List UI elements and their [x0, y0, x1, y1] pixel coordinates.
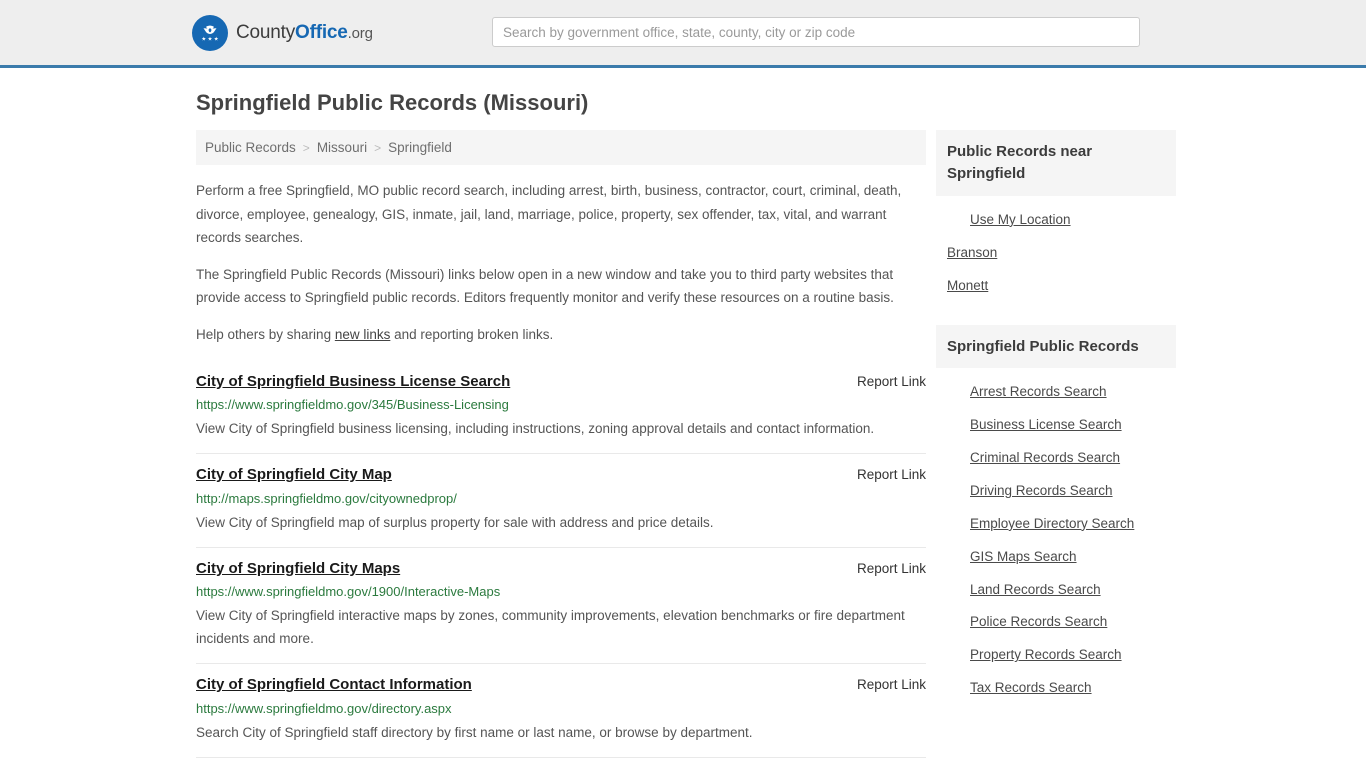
sidebar-records-link[interactable]: GIS Maps Search — [936, 541, 1077, 574]
brand-part-county: County — [236, 21, 296, 43]
search-input[interactable] — [492, 17, 1140, 47]
result-row: City of Springfield Contact Information R… — [196, 664, 926, 758]
sidebar-records-item: Police Records Search — [936, 606, 1176, 639]
sidebar-records-item: Driving Records Search — [936, 475, 1176, 508]
brand-wordmark: CountyOffice.org — [236, 22, 373, 44]
breadcrumb-item-springfield: Springfield — [388, 140, 452, 156]
sidebar-records-item: Business License Search — [936, 409, 1176, 442]
sidebar-records-link[interactable]: Property Records Search — [936, 639, 1122, 672]
result-header: City of Springfield Business License Sea… — [196, 371, 926, 394]
sidebar-records-heading: Springfield Public Records — [936, 324, 1176, 369]
sidebar-nearby-heading: Public Records near Springfield — [936, 130, 1176, 196]
report-link-button[interactable]: Report Link — [857, 467, 926, 482]
result-header: City of Springfield City Maps Report Link — [196, 558, 926, 581]
intro-paragraph-1: Perform a free Springfield, MO public re… — [196, 183, 902, 245]
sidebar: Public Records near Springfield Use My L… — [936, 130, 1176, 727]
sidebar-nearby-item: Branson — [936, 237, 1176, 270]
breadcrumb-item-public-records[interactable]: Public Records — [205, 140, 296, 155]
report-link-button[interactable]: Report Link — [857, 561, 926, 576]
result-url-link[interactable]: https://www.springfieldmo.gov/345/Busine… — [196, 395, 926, 416]
sidebar-nearby-box: Public Records near Springfield Use My L… — [936, 130, 1176, 302]
result-url-link[interactable]: http://maps.springfieldmo.gov/cityownedp… — [196, 489, 926, 510]
site-logo-link[interactable]: CountyOffice.org — [192, 14, 373, 51]
result-description: Search City of Springfield staff directo… — [196, 724, 753, 740]
site-header: CountyOffice.org — [0, 0, 1366, 68]
report-link-button[interactable]: Report Link — [857, 677, 926, 692]
sidebar-records-item: Land Records Search — [936, 574, 1176, 607]
sidebar-records-link[interactable]: Police Records Search — [936, 606, 1107, 639]
new-links-link[interactable]: new links — [335, 327, 391, 342]
result-title-link[interactable]: City of Springfield City Map — [196, 464, 392, 487]
page-title: Springfield Public Records (Missouri) — [196, 90, 589, 115]
eagle-stars-icon — [192, 14, 228, 51]
breadcrumb-separator-icon: > — [302, 140, 310, 155]
sidebar-records-link[interactable]: Criminal Records Search — [936, 442, 1120, 475]
results-list: City of Springfield Business License Sea… — [196, 361, 926, 758]
sidebar-nearby-item: Use My Location — [936, 204, 1176, 237]
result-description: View City of Springfield map of surplus … — [196, 514, 714, 530]
sidebar-records-link[interactable]: Driving Records Search — [936, 475, 1113, 508]
result-title-link[interactable]: City of Springfield Contact Information — [196, 674, 472, 697]
intro-paragraph-3: Help others by sharing new links and rep… — [196, 323, 926, 346]
sidebar-nearby-link[interactable]: Monett — [936, 270, 988, 303]
main-column: Public Records > Missouri > Springfield … — [196, 130, 926, 758]
sidebar-nearby-list: Use My Location Branson Monett — [936, 196, 1176, 303]
result-title-link[interactable]: City of Springfield Business License Sea… — [196, 371, 510, 394]
result-row: City of Springfield City Map Report Link h… — [196, 454, 926, 548]
sidebar-records-link[interactable]: Arrest Records Search — [936, 376, 1107, 409]
result-row: City of Springfield City Maps Report Link… — [196, 548, 926, 665]
sidebar-records-item: Arrest Records Search — [936, 376, 1176, 409]
brand-part-org: .org — [347, 24, 373, 42]
sidebar-records-item: Tax Records Search — [936, 672, 1176, 705]
sidebar-records-item: Property Records Search — [936, 639, 1176, 672]
result-row: City of Springfield Business License Sea… — [196, 361, 926, 455]
report-link-button[interactable]: Report Link — [857, 374, 926, 389]
search-box[interactable] — [492, 17, 1140, 47]
sidebar-records-item: Criminal Records Search — [936, 442, 1176, 475]
sidebar-records-item: GIS Maps Search — [936, 541, 1176, 574]
breadcrumb: Public Records > Missouri > Springfield — [196, 130, 926, 166]
page-body: Springfield Public Records (Missouri) Pu… — [0, 90, 1366, 758]
result-description: View City of Springfield interactive map… — [196, 608, 905, 647]
intro-paragraph-2: The Springfield Public Records (Missouri… — [196, 267, 894, 306]
sidebar-records-link[interactable]: Tax Records Search — [936, 672, 1092, 705]
sidebar-records-box: Springfield Public Records Arrest Record… — [936, 324, 1176, 706]
brand-part-office: Office — [295, 21, 348, 43]
sidebar-records-link[interactable]: Land Records Search — [936, 574, 1101, 607]
result-url-link[interactable]: https://www.springfieldmo.gov/directory.… — [196, 699, 926, 720]
sidebar-nearby-link[interactable]: Branson — [936, 237, 997, 270]
intro-text-after-link: and reporting broken links. — [390, 327, 554, 343]
result-url-link[interactable]: https://www.springfieldmo.gov/1900/Inter… — [196, 582, 926, 603]
sidebar-records-link[interactable]: Business License Search — [936, 409, 1122, 442]
sidebar-nearby-link[interactable]: Use My Location — [936, 204, 1071, 237]
breadcrumb-item-missouri[interactable]: Missouri — [317, 140, 367, 155]
result-header: City of Springfield City Map Report Link — [196, 464, 926, 487]
result-title-link[interactable]: City of Springfield City Maps — [196, 558, 400, 581]
sidebar-records-link[interactable]: Employee Directory Search — [936, 508, 1134, 541]
sidebar-records-item: Employee Directory Search — [936, 508, 1176, 541]
sidebar-records-list: Arrest Records Search Business License Se… — [936, 368, 1176, 705]
result-description: View City of Springfield business licens… — [196, 421, 875, 436]
sidebar-nearby-item: Monett — [936, 270, 1176, 303]
breadcrumb-separator-icon: > — [374, 140, 382, 155]
result-header: City of Springfield Contact Information R… — [196, 674, 926, 697]
content-columns: Public Records > Missouri > Springfield … — [196, 130, 1176, 758]
intro-text-before-link: Help others by sharing — [196, 327, 335, 343]
